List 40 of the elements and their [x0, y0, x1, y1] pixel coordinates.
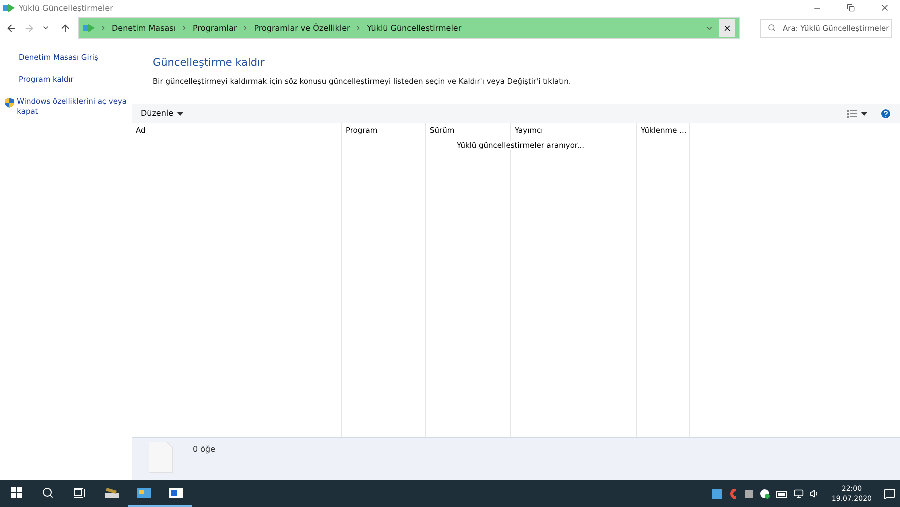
printer-icon — [105, 488, 119, 498]
tray-app-icon[interactable] — [712, 488, 722, 498]
list-view-icon — [847, 110, 857, 118]
search-icon — [768, 24, 776, 32]
window-icon — [169, 488, 183, 498]
file-icon — [149, 442, 173, 473]
arrow-up-icon — [60, 22, 71, 34]
breadcrumb[interactable]: Programlar ve Özellikler — [254, 24, 350, 32]
address-bar[interactable]: Denetim Masası Programlar Programlar ve Özellikler Yüklü Güncelleştirmeler — [78, 17, 740, 39]
clear-button[interactable] — [719, 19, 735, 37]
chevron-down-icon — [42, 24, 50, 32]
network-icon[interactable] — [794, 488, 804, 498]
chevron-icon — [355, 24, 362, 32]
view-options-button[interactable] — [847, 110, 868, 118]
windows-logo-icon — [10, 487, 22, 498]
chevron-icon — [181, 24, 188, 32]
task-view-icon — [74, 488, 86, 498]
help-icon[interactable] — [880, 108, 892, 120]
search-icon — [42, 486, 54, 498]
item-count: 0 öğe — [193, 445, 216, 456]
notification-icon[interactable] — [884, 488, 896, 500]
breadcrumb[interactable]: Denetim Masası — [112, 24, 176, 32]
close-icon — [880, 3, 890, 13]
close-icon — [722, 24, 732, 32]
volume-icon[interactable] — [810, 488, 820, 498]
tray-device-icon[interactable] — [744, 488, 754, 498]
shield-icon — [5, 97, 14, 109]
window-title: Yüklü Güncelleştirmeler — [19, 4, 114, 12]
organize-button[interactable]: Düzenle — [140, 109, 184, 118]
tray-battery-icon[interactable] — [776, 490, 788, 498]
arrow-right-icon — [24, 22, 35, 34]
chevron-icon — [242, 24, 250, 32]
page-heading: Güncelleştirme kaldır — [153, 57, 266, 69]
caret-icon — [861, 112, 868, 116]
chevron-icon — [100, 24, 107, 32]
arrow-left-icon — [6, 22, 17, 34]
caret-icon — [176, 112, 184, 116]
breadcrumb[interactable]: Yüklü Güncelleştirmeler — [367, 24, 462, 32]
breadcrumb[interactable]: Programlar — [193, 24, 238, 32]
restore-icon — [847, 4, 855, 12]
